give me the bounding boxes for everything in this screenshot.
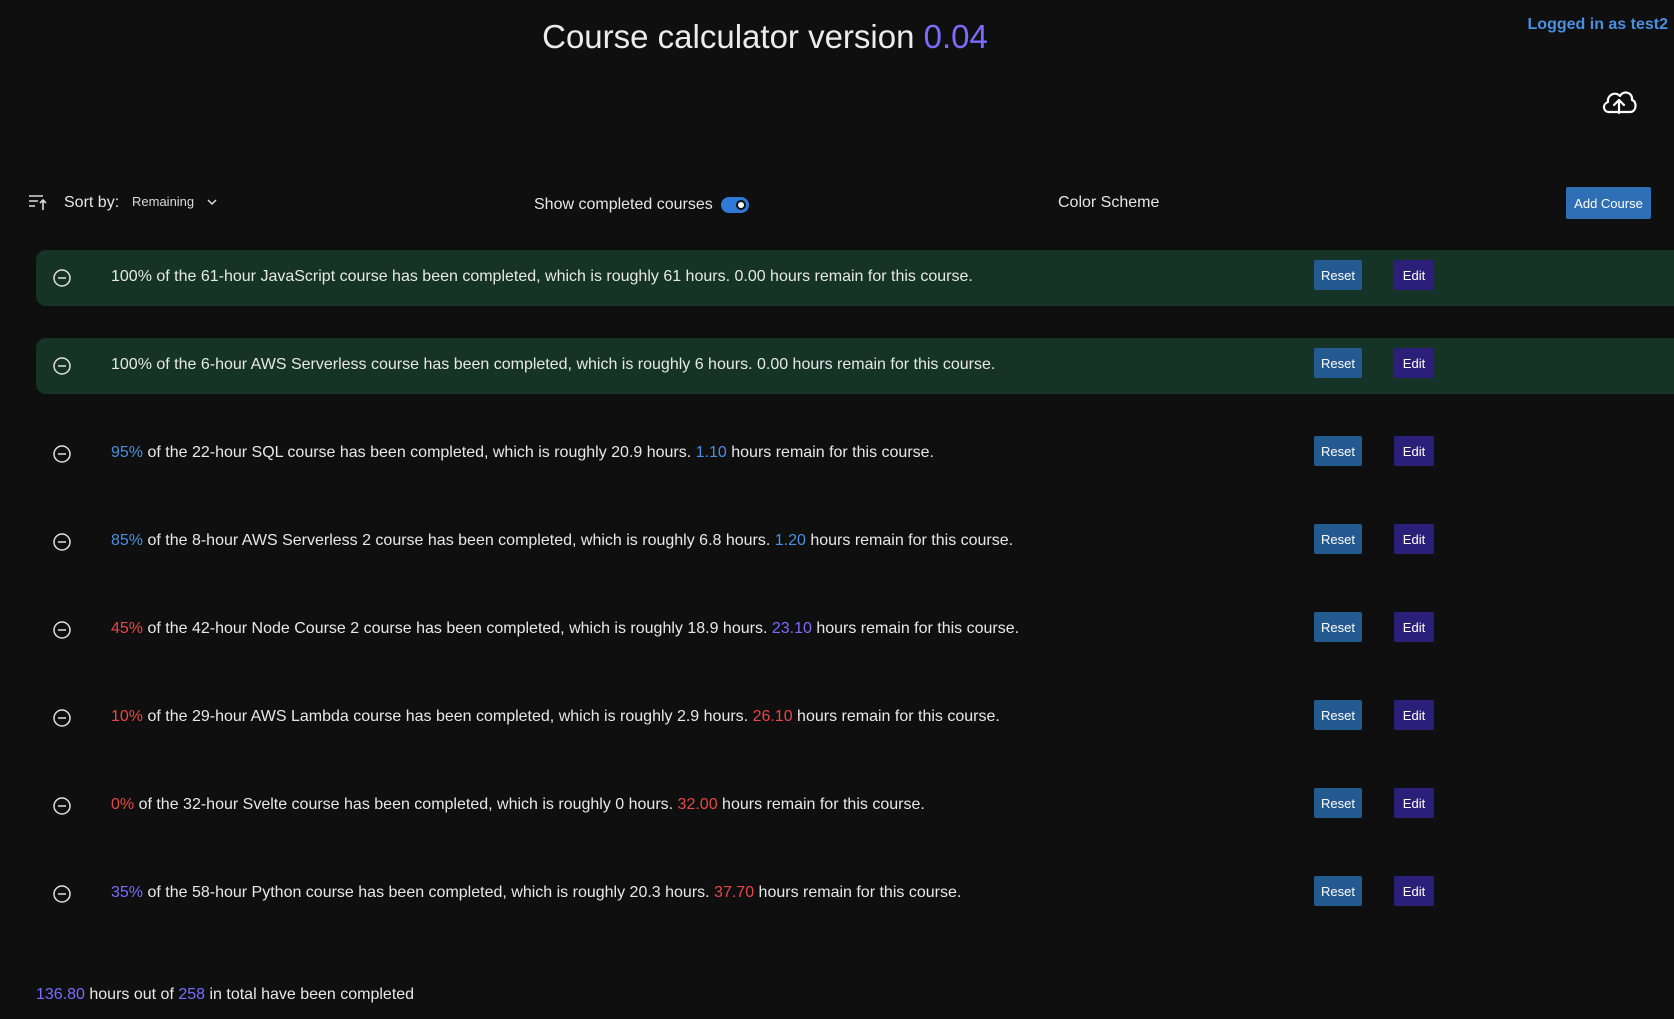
reset-button[interactable]: Reset (1314, 348, 1362, 378)
course-description: 10% of the 29-hour AWS Lambda course has… (111, 708, 1000, 726)
course-row: 95% of the 22-hour SQL course has been c… (36, 426, 1674, 482)
remove-circle-icon[interactable] (52, 268, 72, 288)
reset-button[interactable]: Reset (1314, 788, 1362, 818)
course-percent: 10% (111, 708, 144, 725)
course-description: 45% of the 42-hour Node Course 2 course … (111, 620, 1019, 638)
course-description: 100% of the 61-hour JavaScript course ha… (111, 268, 973, 286)
course-detail-text: of the 61-hour JavaScript course has bee… (151, 268, 735, 285)
reset-button[interactable]: Reset (1314, 524, 1362, 554)
course-detail-text: of the 29-hour AWS Lambda course has bee… (143, 708, 753, 725)
login-status-link[interactable]: Logged in as test2 (1528, 16, 1668, 34)
edit-button[interactable]: Edit (1394, 876, 1434, 906)
course-detail-text: of the 22-hour SQL course has been compl… (143, 444, 696, 461)
show-completed-control: Show completed courses (534, 196, 749, 214)
course-detail-text: of the 58-hour Python course has been co… (143, 884, 715, 901)
add-course-button[interactable]: Add Course (1566, 187, 1651, 219)
course-list: 100% of the 61-hour JavaScript course ha… (36, 250, 1674, 954)
sort-label: Sort by: (64, 194, 120, 211)
remove-circle-icon[interactable] (52, 884, 72, 904)
course-description: 35% of the 58-hour Python course has bee… (111, 884, 961, 902)
color-scheme-button[interactable]: Color Scheme (1058, 194, 1159, 212)
chevron-down-icon (206, 196, 218, 208)
edit-button[interactable]: Edit (1394, 436, 1434, 466)
course-remaining-suffix: hours remain for this course. (805, 532, 1014, 549)
remove-circle-icon[interactable] (52, 708, 72, 728)
reset-button[interactable]: Reset (1314, 612, 1362, 642)
course-description: 0% of the 32-hour Svelte course has been… (111, 796, 925, 814)
total-mid-text: hours out of (84, 986, 179, 1003)
remove-circle-icon[interactable] (52, 444, 72, 464)
edit-button[interactable]: Edit (1394, 788, 1434, 818)
course-remaining-suffix: hours remain for this course. (717, 796, 925, 813)
course-description: 95% of the 22-hour SQL course has been c… (111, 444, 934, 462)
edit-button[interactable]: Edit (1394, 348, 1434, 378)
course-remaining-suffix: hours remain for this course. (811, 620, 1020, 637)
course-remaining-suffix: hours remain for this course. (765, 268, 973, 285)
course-row: 10% of the 29-hour AWS Lambda course has… (36, 690, 1674, 746)
reset-button[interactable]: Reset (1314, 260, 1362, 290)
show-completed-label: Show completed courses (534, 196, 713, 213)
remove-circle-icon[interactable] (52, 532, 72, 552)
course-description: 100% of the 6-hour AWS Serverless course… (111, 356, 995, 374)
total-all-hours: 258 (178, 986, 206, 1003)
course-row: 100% of the 61-hour JavaScript course ha… (36, 250, 1674, 306)
course-percent: 100% (111, 268, 152, 285)
edit-button[interactable]: Edit (1394, 260, 1434, 290)
course-detail-text: of the 32-hour Svelte course has been co… (134, 796, 678, 813)
course-remaining-hours: 23.10 (771, 620, 812, 637)
course-detail-text: of the 6-hour AWS Serverless course has … (151, 356, 757, 373)
course-description: 85% of the 8-hour AWS Serverless 2 cours… (111, 532, 1013, 550)
remove-circle-icon[interactable] (52, 356, 72, 376)
course-remaining-suffix: hours remain for this course. (792, 708, 1000, 725)
toggle-knob (735, 200, 746, 210)
course-percent: 95% (111, 444, 144, 461)
reset-button[interactable]: Reset (1314, 436, 1362, 466)
edit-button[interactable]: Edit (1394, 524, 1434, 554)
course-percent: 35% (111, 884, 144, 901)
course-remaining-hours: 32.00 (677, 796, 718, 813)
cloud-upload-icon[interactable] (1600, 86, 1638, 118)
total-summary: 136.80 hours out of 258 in total have be… (36, 986, 414, 1004)
course-percent: 85% (111, 532, 144, 549)
remove-circle-icon[interactable] (52, 620, 72, 640)
course-percent: 0% (111, 796, 135, 813)
total-done-hours: 136.80 (36, 986, 85, 1003)
course-detail-text: of the 42-hour Node Course 2 course has … (143, 620, 772, 637)
course-percent: 100% (111, 356, 152, 373)
course-remaining-hours: 0.00 (734, 268, 766, 285)
version-number: 0.04 (923, 18, 988, 55)
course-row: 45% of the 42-hour Node Course 2 course … (36, 602, 1674, 658)
course-remaining-suffix: hours remain for this course. (754, 884, 962, 901)
total-end-text: in total have been completed (205, 986, 415, 1003)
sort-select[interactable]: Remaining (132, 194, 218, 209)
course-remaining-hours: 1.20 (774, 532, 806, 549)
sort-select-value: Remaining (132, 194, 195, 209)
course-detail-text: of the 8-hour AWS Serverless 2 course ha… (143, 532, 775, 549)
course-row: 35% of the 58-hour Python course has bee… (36, 866, 1674, 922)
reset-button[interactable]: Reset (1314, 700, 1362, 730)
course-remaining-hours: 37.70 (714, 884, 755, 901)
course-remaining-suffix: hours remain for this course. (788, 356, 996, 373)
toolbar: Sort by: Remaining Show completed course… (0, 180, 1674, 230)
course-row: 100% of the 6-hour AWS Serverless course… (36, 338, 1674, 394)
course-remaining-hours: 26.10 (752, 708, 793, 725)
app-root: Course calculator version 0.04 Logged in… (0, 0, 1674, 1019)
course-row: 85% of the 8-hour AWS Serverless 2 cours… (36, 514, 1674, 570)
title-text: Course calculator version (542, 18, 924, 55)
course-remaining-hours: 0.00 (756, 356, 789, 373)
course-percent: 45% (111, 620, 144, 637)
course-row: 0% of the 32-hour Svelte course has been… (36, 778, 1674, 834)
edit-button[interactable]: Edit (1394, 700, 1434, 730)
page-title: Course calculator version 0.04 (0, 18, 1530, 56)
show-completed-toggle[interactable] (720, 197, 749, 213)
edit-button[interactable]: Edit (1394, 612, 1434, 642)
remove-circle-icon[interactable] (52, 796, 72, 816)
sort-icon[interactable] (28, 192, 48, 212)
course-remaining-suffix: hours remain for this course. (726, 444, 934, 461)
course-remaining-hours: 1.10 (695, 444, 727, 461)
reset-button[interactable]: Reset (1314, 876, 1362, 906)
